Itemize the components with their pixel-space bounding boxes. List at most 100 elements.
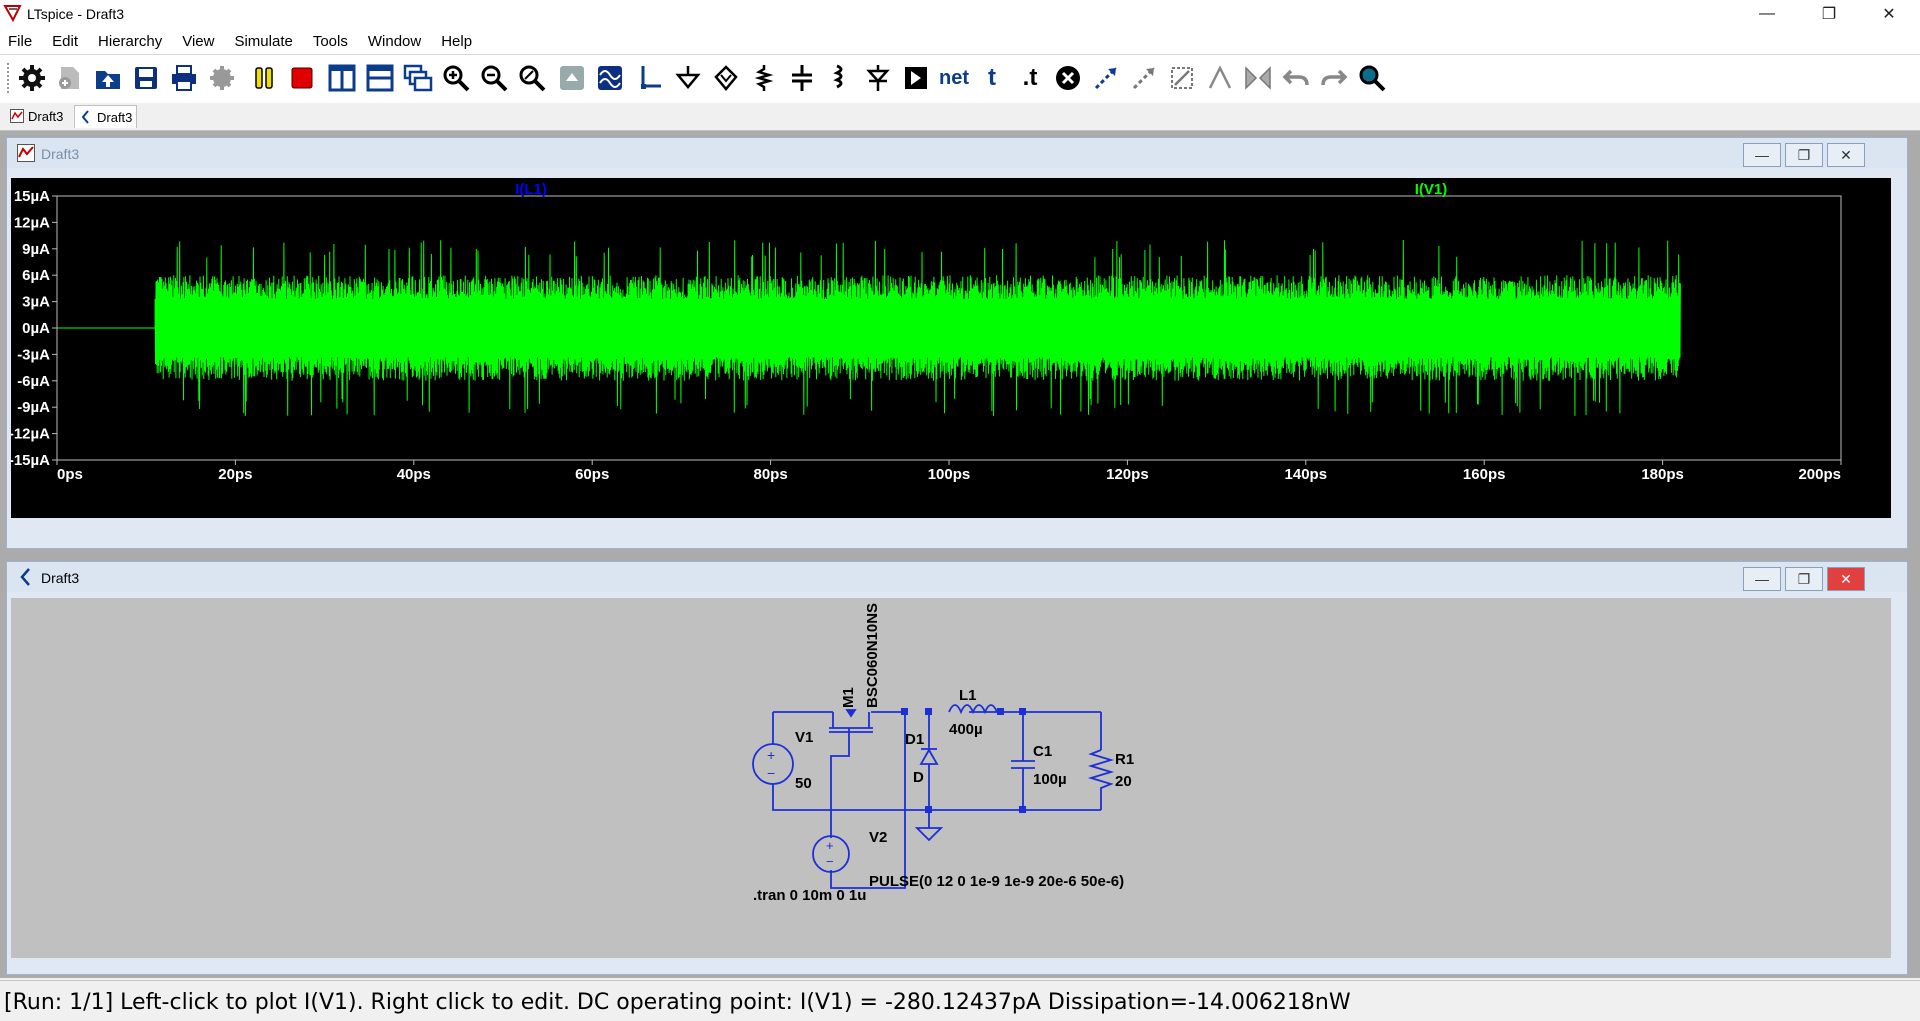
inductor-l1[interactable] xyxy=(948,704,998,715)
toolbar-grip[interactable] xyxy=(7,63,13,93)
pause-icon[interactable] xyxy=(248,62,280,94)
schematic-restore-button[interactable]: ❐ xyxy=(1785,567,1823,591)
restore-button[interactable]: ❐ xyxy=(1806,0,1852,28)
schematic-minimize-button[interactable]: — xyxy=(1743,567,1781,591)
menu-edit[interactable]: Edit xyxy=(40,33,86,50)
waveform-window-icon xyxy=(17,144,35,162)
print-icon[interactable] xyxy=(168,62,200,94)
r1-value[interactable]: 20 xyxy=(1115,773,1132,790)
l1-value[interactable]: 400µ xyxy=(949,721,983,738)
resistor-icon[interactable] xyxy=(748,62,780,94)
autorange-icon[interactable] xyxy=(556,62,588,94)
c1-value[interactable]: 100µ xyxy=(1033,771,1067,788)
inductor-icon[interactable] xyxy=(824,62,856,94)
menu-window[interactable]: Window xyxy=(356,33,429,50)
waveform-plot-area[interactable]: 15µA 12µA 9µA 6µA 3µA 0µA -3µA -6µA -9µA -12µA -15… xyxy=(9,178,1891,518)
x-tick-label: 80ps xyxy=(753,466,787,483)
y-tick-label: -15µA xyxy=(11,452,50,469)
junction-dot xyxy=(997,708,1004,715)
r1-label[interactable]: R1 xyxy=(1115,751,1134,768)
text-icon[interactable]: t xyxy=(976,62,1008,94)
wire[interactable] xyxy=(772,712,1101,811)
schematic-canvas[interactable]: + − + − M1 BSC060N10NS L1 400µ D1 D C1 1… xyxy=(11,598,1891,958)
minimize-button[interactable]: — xyxy=(1744,0,1790,28)
schematic-drawing[interactable]: + − + − M1 BSC060N10NS L1 400µ D1 D C1 1… xyxy=(11,598,1891,958)
trace-label-il1[interactable]: I(L1) xyxy=(515,181,547,198)
diode-icon[interactable] xyxy=(862,62,894,94)
trace-label-iv1[interactable]: I(V1) xyxy=(1415,181,1448,198)
menu-simulate[interactable]: Simulate xyxy=(222,33,300,50)
resistor-r1[interactable] xyxy=(1087,749,1115,798)
wire[interactable] xyxy=(830,728,850,838)
gear-icon[interactable] xyxy=(16,62,48,94)
svg-text:−: − xyxy=(767,765,775,781)
menu-help[interactable]: Help xyxy=(429,33,480,50)
d1-model[interactable]: D xyxy=(913,769,924,786)
waveform-restore-button[interactable]: ❐ xyxy=(1785,143,1823,167)
net-label-icon[interactable]: net xyxy=(938,62,970,94)
tile-horizontal-icon[interactable] xyxy=(364,62,396,94)
flip-icon[interactable] xyxy=(1242,62,1274,94)
mosfet-m1[interactable] xyxy=(829,709,873,733)
move-icon[interactable] xyxy=(1090,62,1122,94)
find-icon[interactable] xyxy=(1356,62,1388,94)
delete-icon[interactable] xyxy=(1052,62,1084,94)
y-tick-label: 0µA xyxy=(22,320,50,337)
y-tick-label: 6µA xyxy=(22,267,50,284)
title-bar: LTspice - Draft3 — ❐ ✕ xyxy=(0,0,1920,28)
label-net-icon[interactable] xyxy=(710,62,742,94)
redo-icon[interactable] xyxy=(1318,62,1350,94)
ground-icon[interactable] xyxy=(672,62,704,94)
tab-schematic-draft3[interactable]: Draft3 xyxy=(74,105,138,128)
v1-value[interactable]: 50 xyxy=(795,775,812,792)
undo-icon[interactable] xyxy=(1280,62,1312,94)
capacitor-c1[interactable] xyxy=(1011,760,1035,769)
svg-text:−: − xyxy=(826,854,834,869)
m1-model-label[interactable]: BSC060N10NS xyxy=(864,603,881,708)
toolbar: net t .t xyxy=(0,54,1920,104)
c1-label[interactable]: C1 xyxy=(1033,743,1052,760)
open-icon[interactable] xyxy=(92,62,124,94)
tile-vertical-icon[interactable] xyxy=(326,62,358,94)
zoom-fit-icon[interactable] xyxy=(516,62,548,94)
l1-label[interactable]: L1 xyxy=(959,687,977,704)
spice-directive-icon[interactable]: .t xyxy=(1014,62,1046,94)
document-tabs: Draft3 Draft3 xyxy=(0,103,1920,131)
zoom-out-icon[interactable] xyxy=(478,62,510,94)
waveform-chart[interactable]: 15µA 12µA 9µA 6µA 3µA 0µA -3µA -6µA -9µA -12µA -15… xyxy=(9,178,1891,518)
waveform-icon[interactable] xyxy=(594,62,626,94)
rotate-icon[interactable] xyxy=(1166,62,1198,94)
new-schematic-icon[interactable] xyxy=(54,62,86,94)
component-icon[interactable] xyxy=(900,62,932,94)
schematic-window-titlebar[interactable]: Draft3 — ❐ ✕ xyxy=(7,562,1907,592)
v2-label[interactable]: V2 xyxy=(869,829,887,846)
waveform-window-titlebar[interactable]: Draft3 — ❐ ✕ xyxy=(7,138,1907,168)
menu-hierarchy[interactable]: Hierarchy xyxy=(86,33,170,50)
diode-d1[interactable] xyxy=(919,748,939,765)
halt-icon[interactable] xyxy=(286,62,318,94)
wire-icon[interactable] xyxy=(634,62,666,94)
ground-symbol[interactable] xyxy=(914,827,944,842)
d1-label[interactable]: D1 xyxy=(905,731,924,748)
menu-view[interactable]: View xyxy=(170,33,222,50)
zoom-in-icon[interactable] xyxy=(440,62,472,94)
waveform-close-button[interactable]: ✕ xyxy=(1827,143,1865,167)
menu-tools[interactable]: Tools xyxy=(301,33,356,50)
v2-value[interactable]: PULSE(0 12 0 1e-9 1e-9 20e-6 50e-6) xyxy=(869,873,1124,890)
mirror-icon[interactable] xyxy=(1204,62,1236,94)
waveform-minimize-button[interactable]: — xyxy=(1743,143,1781,167)
v1-label[interactable]: V1 xyxy=(795,729,813,746)
tab-waveform-draft3[interactable]: Draft3 xyxy=(6,105,67,127)
close-button[interactable]: ✕ xyxy=(1866,0,1912,28)
cascade-icon[interactable] xyxy=(402,62,434,94)
wire[interactable] xyxy=(830,712,906,889)
m1-label[interactable]: M1 xyxy=(840,687,857,708)
menu-file[interactable]: File xyxy=(0,33,40,50)
schematic-close-button[interactable]: ✕ xyxy=(1827,567,1865,591)
capacitor-icon[interactable] xyxy=(786,62,818,94)
save-icon[interactable] xyxy=(130,62,162,94)
trace-i-v1[interactable] xyxy=(57,239,1681,417)
drag-icon[interactable] xyxy=(1128,62,1160,94)
control-panel-icon[interactable] xyxy=(206,62,238,94)
spice-directive[interactable]: .tran 0 10m 0 1u xyxy=(753,887,866,904)
